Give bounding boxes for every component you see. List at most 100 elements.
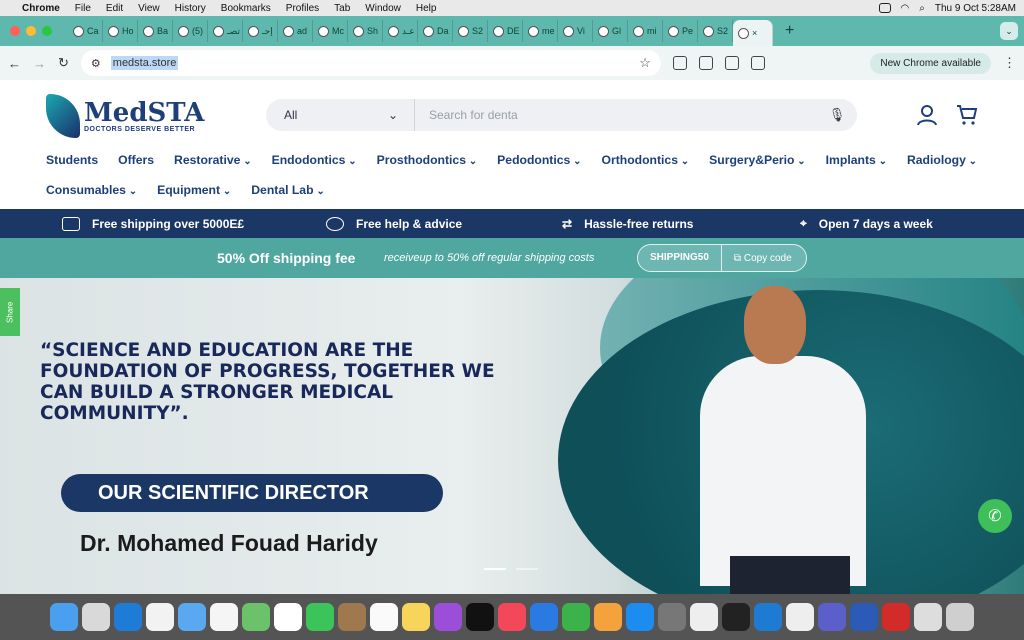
browser-tab[interactable]: عـد — [383, 20, 418, 42]
music-icon[interactable] — [498, 603, 526, 631]
account-icon[interactable] — [916, 104, 938, 126]
system-settings-icon[interactable] — [658, 603, 686, 631]
browser-tab[interactable]: me — [523, 20, 558, 42]
photos-icon[interactable] — [210, 603, 238, 631]
pages-icon[interactable] — [594, 603, 622, 631]
podcasts-icon[interactable] — [434, 603, 462, 631]
zoom-window-button[interactable] — [42, 26, 52, 36]
browser-tab[interactable]: ad — [278, 20, 313, 42]
address-bar[interactable]: ⚙ medsta.store ☆ — [80, 50, 661, 76]
nav-consumables[interactable]: Consumables — [46, 182, 137, 200]
browser-tab[interactable]: (5) — [173, 20, 208, 42]
keynote-icon[interactable] — [530, 603, 558, 631]
vscode-icon[interactable] — [754, 603, 782, 631]
trash-icon[interactable] — [946, 603, 974, 631]
browser-tab[interactable]: إحـ — [243, 20, 278, 42]
new-tab-button[interactable]: + — [785, 22, 794, 40]
browser-tab[interactable]: S2 — [698, 20, 733, 42]
browser-tab[interactable]: Vi — [558, 20, 593, 42]
apple-tv-icon[interactable] — [466, 603, 494, 631]
chatgpt-icon[interactable] — [786, 603, 814, 631]
browser-tab[interactable]: تصـ — [208, 20, 243, 42]
numbers-icon[interactable] — [562, 603, 590, 631]
preview-icon[interactable] — [690, 603, 718, 631]
launchpad-icon[interactable] — [82, 603, 110, 631]
nav-offers[interactable]: Offers — [118, 152, 154, 170]
acrobat-icon[interactable] — [882, 603, 910, 631]
new-chrome-available-button[interactable]: New Chrome available — [870, 52, 991, 74]
safari-icon[interactable] — [114, 603, 142, 631]
nav-implants[interactable]: Implants — [826, 152, 887, 170]
nav-equipment[interactable]: Equipment — [157, 182, 231, 200]
nav-prosthodontics[interactable]: Prosthodontics — [377, 152, 478, 170]
browser-tab[interactable]: Ba — [138, 20, 173, 42]
downloads-folder-icon[interactable] — [914, 603, 942, 631]
copy-code-button[interactable]: ⧉ Copy code — [722, 253, 792, 264]
extension-icon[interactable] — [724, 56, 739, 70]
back-arrow-icon[interactable]: ← — [8, 56, 21, 71]
menu-help[interactable]: Help — [416, 3, 437, 14]
browser-tab-active[interactable]: × — [733, 20, 773, 46]
menubar-clock[interactable]: Thu 9 Oct 5:28AM — [935, 3, 1016, 14]
app-store-icon[interactable] — [626, 603, 654, 631]
site-info-icon[interactable]: ⚙ — [91, 57, 101, 70]
menu-history[interactable]: History — [175, 3, 206, 14]
nav-students[interactable]: Students — [46, 152, 98, 170]
share-tab[interactable]: Share — [0, 288, 20, 336]
word-icon[interactable] — [850, 603, 878, 631]
browser-tab[interactable]: DE — [488, 20, 523, 42]
nav-surgery-perio[interactable]: Surgery&Perio — [709, 152, 806, 170]
bookmark-star-icon[interactable]: ☆ — [639, 55, 651, 71]
browser-tab[interactable]: Mc — [313, 20, 348, 42]
tab-search-button[interactable]: ⌄ — [1000, 22, 1018, 40]
browser-tab[interactable]: Sh — [348, 20, 383, 42]
menu-tab[interactable]: Tab — [334, 3, 350, 14]
browser-tab[interactable]: Gl — [593, 20, 628, 42]
menu-edit[interactable]: Edit — [106, 3, 123, 14]
extension-icon[interactable] — [698, 56, 713, 70]
nav-restorative[interactable]: Restorative — [174, 152, 252, 170]
close-tab-icon[interactable]: × — [752, 28, 757, 38]
close-window-button[interactable] — [10, 26, 20, 36]
search-input[interactable]: Search for denta — [415, 108, 817, 122]
nav-endodontics[interactable]: Endodontics — [272, 152, 357, 170]
menu-profiles[interactable]: Profiles — [286, 3, 319, 14]
menu-file[interactable]: File — [75, 3, 91, 14]
battery-icon[interactable] — [878, 3, 891, 13]
carousel-dot-active[interactable] — [484, 568, 506, 570]
microphone-icon[interactable]: 🎙 — [817, 107, 857, 123]
search-icon[interactable]: ⌕ — [919, 3, 925, 14]
minimize-window-button[interactable] — [26, 26, 36, 36]
teams-icon[interactable] — [818, 603, 846, 631]
contacts-icon[interactable] — [338, 603, 366, 631]
extensions-puzzle-icon[interactable] — [750, 56, 765, 70]
reload-icon[interactable]: ↻ — [58, 55, 69, 71]
chrome-icon[interactable] — [146, 603, 174, 631]
nav-dental-lab[interactable]: Dental Lab — [251, 182, 324, 200]
mail-icon[interactable] — [178, 603, 206, 631]
extension-icon[interactable] — [672, 56, 687, 70]
nav-orthodontics[interactable]: Orthodontics — [601, 152, 689, 170]
medsta-logo[interactable]: MedSTA DOCTORS DESERVE BETTER — [46, 94, 266, 138]
nav-pedodontics[interactable]: Pedodontics — [497, 152, 581, 170]
menu-bookmarks[interactable]: Bookmarks — [221, 3, 271, 14]
carousel-dot[interactable] — [516, 568, 538, 570]
wifi-icon[interactable]: ◠ — [901, 3, 910, 14]
forward-arrow-icon[interactable]: → — [33, 56, 46, 71]
category-select[interactable]: All ⌄ — [266, 99, 415, 131]
facetime-icon[interactable] — [306, 603, 334, 631]
browser-tab[interactable]: Da — [418, 20, 453, 42]
menu-view[interactable]: View — [138, 3, 160, 14]
calendar-icon[interactable] — [274, 603, 302, 631]
menu-app-name[interactable]: Chrome — [22, 3, 60, 14]
reminders-icon[interactable] — [370, 603, 398, 631]
notes-icon[interactable] — [402, 603, 430, 631]
browser-tab[interactable]: S2 — [453, 20, 488, 42]
hero-banner[interactable]: “SCIENCE AND EDUCATION ARE THE FOUNDATIO… — [0, 278, 1024, 594]
chrome-menu-icon[interactable]: ⋮ — [1003, 55, 1016, 71]
whatsapp-chat-button[interactable]: ✆ — [978, 499, 1012, 533]
url-text[interactable]: medsta.store — [110, 56, 179, 70]
cart-icon[interactable] — [956, 104, 978, 126]
nav-radiology[interactable]: Radiology — [907, 152, 977, 170]
maps-icon[interactable] — [242, 603, 270, 631]
